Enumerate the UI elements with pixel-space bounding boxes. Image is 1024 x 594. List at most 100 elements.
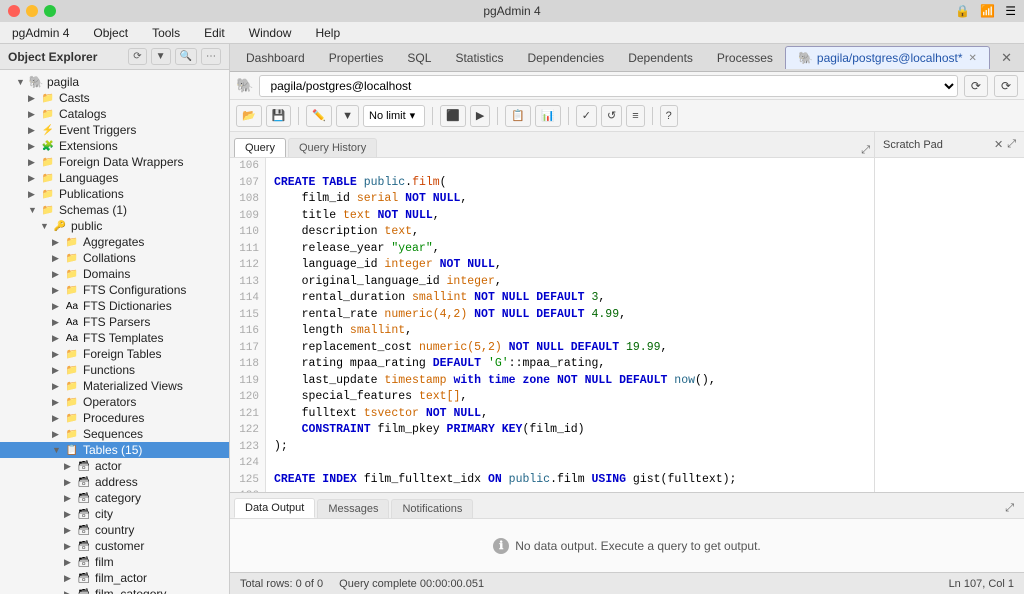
code-line-116: length smallint, [274,323,866,340]
expand-data-btn[interactable]: ⤢ [999,499,1020,518]
sidebar-item-casts[interactable]: ▶ 📁 Casts [0,90,229,106]
tab-dependents[interactable]: Dependents [616,47,705,69]
tab-data-output[interactable]: Data Output [234,498,315,518]
help-btn[interactable]: ? [660,105,678,127]
tab-dashboard[interactable]: Dashboard [234,47,317,69]
tab-query[interactable]: Query [234,138,286,157]
sidebar-item-label: Foreign Tables [83,347,162,361]
scratch-pad-expand-btn[interactable]: ⤢ [1007,138,1016,151]
sidebar-filter-btn[interactable]: ▼ [151,48,171,65]
sidebar-item-fdw[interactable]: ▶ 📁 Foreign Data Wrappers [0,154,229,170]
commit-btn[interactable]: ✓ [576,105,597,127]
sidebar-item-actor[interactable]: ▶ 🗃 actor [0,458,229,474]
maximize-button[interactable] [44,5,56,17]
tab-statistics[interactable]: Statistics [443,47,515,69]
tab-messages[interactable]: Messages [317,499,389,518]
explain-btn[interactable]: 📋 [505,105,531,127]
folder-icon: Aa [64,315,80,329]
code-line-124 [274,455,866,472]
expand-editor-btn[interactable]: ⤢ [861,144,870,157]
sidebar-item-fts-config[interactable]: ▶ 📁 FTS Configurations [0,282,229,298]
menu-help[interactable]: Help [311,24,344,42]
explain-analyze-btn[interactable]: 📊 [535,105,561,127]
sidebar-item-customer[interactable]: ▶ 🗃 customer [0,538,229,554]
separator [568,107,569,125]
sidebar-item-label: Aggregates [83,235,144,249]
sidebar-item-event-triggers[interactable]: ▶ ⚡ Event Triggers [0,122,229,138]
format-btn[interactable]: ≡ [626,105,644,127]
connection-settings-btn[interactable]: ⟳ [994,75,1018,97]
toggle-icon: ▶ [52,413,64,424]
sidebar-item-fts-templates[interactable]: ▶ Aa FTS Templates [0,330,229,346]
tab-processes[interactable]: Processes [705,47,785,69]
sidebar-item-public[interactable]: ▼ 🔑 public [0,218,229,234]
tab-close-icon[interactable]: ✕ [969,53,977,64]
sidebar-search-btn[interactable]: 🔍 [175,48,197,65]
minimize-button[interactable] [26,5,38,17]
menu-window[interactable]: Window [245,24,296,42]
close-tab-btn[interactable]: ✕ [993,46,1020,70]
sidebar-item-publications[interactable]: ▶ 📁 Publications [0,186,229,202]
sidebar-item-collations[interactable]: ▶ 📁 Collations [0,250,229,266]
menu-object[interactable]: Object [89,24,132,42]
sidebar-item-operators[interactable]: ▶ 📁 Operators [0,394,229,410]
tab-pg-connection[interactable]: 🐘 pagila/postgres@localhost* ✕ [785,46,990,69]
stop-btn[interactable]: ⬛ [440,105,466,127]
tab-properties[interactable]: Properties [317,47,396,69]
menubar: pgAdmin 4 Object Tools Edit Window Help [0,22,1024,44]
sidebar-item-label: city [95,507,113,521]
limit-dropdown[interactable]: No limit ▾ [363,105,425,127]
scratch-pad-body[interactable] [875,158,1024,492]
sidebar-item-schemas[interactable]: ▼ 📁 Schemas (1) [0,202,229,218]
sidebar-item-fts-parsers[interactable]: ▶ Aa FTS Parsers [0,314,229,330]
sidebar-item-aggregates[interactable]: ▶ 📁 Aggregates [0,234,229,250]
menu-tools[interactable]: Tools [148,24,184,42]
sidebar-item-extensions[interactable]: ▶ 🧩 Extensions [0,138,229,154]
sidebar-tree: ▼ 🐘 pagila ▶ 📁 Casts ▶ 📁 Catalogs ▶ ⚡ Ev… [0,70,229,594]
code-editor[interactable]: 106 107 108 109 110 111 112 113 114 115 … [230,158,874,492]
sidebar-item-category[interactable]: ▶ 🗃 category [0,490,229,506]
tab-sql[interactable]: SQL [395,47,443,69]
sidebar-item-foreign-tables[interactable]: ▶ 📁 Foreign Tables [0,346,229,362]
sidebar-item-label: film_actor [95,571,147,585]
scratch-pad: Scratch Pad ✕ ⤢ [874,132,1024,492]
rollback-btn[interactable]: ↺ [601,105,622,127]
tab-notifications[interactable]: Notifications [391,499,473,518]
sidebar-item-pagila[interactable]: ▼ 🐘 pagila [0,74,229,90]
menu-pgadmin[interactable]: pgAdmin 4 [8,24,73,42]
tab-query-history[interactable]: Query History [288,138,377,157]
sidebar-item-film-category[interactable]: ▶ 🗃 film_category [0,586,229,594]
sidebar-item-film[interactable]: ▶ 🗃 film [0,554,229,570]
sidebar-item-country[interactable]: ▶ 🗃 country [0,522,229,538]
run-btn[interactable]: ▶ [470,105,490,127]
sidebar-item-address[interactable]: ▶ 🗃 address [0,474,229,490]
sidebar-item-matviews[interactable]: ▶ 📁 Materialized Views [0,378,229,394]
sidebar-refresh-btn[interactable]: ⟳ [128,48,146,65]
separator [652,107,653,125]
close-button[interactable] [8,5,20,17]
connection-refresh-btn[interactable]: ⟳ [964,75,988,97]
sidebar-item-fts-dict[interactable]: ▶ Aa FTS Dictionaries [0,298,229,314]
save-file-btn[interactable]: 💾 [266,105,292,127]
menu-edit[interactable]: Edit [200,24,229,42]
sidebar-item-film-actor[interactable]: ▶ 🗃 film_actor [0,570,229,586]
sidebar-item-tables[interactable]: ▼ 📋 Tables (15) [0,442,229,458]
toggle-icon: ▶ [64,493,76,504]
tab-dependencies[interactable]: Dependencies [515,47,616,69]
sidebar-item-languages[interactable]: ▶ 📁 Languages [0,170,229,186]
sidebar-item-domains[interactable]: ▶ 📁 Domains [0,266,229,282]
open-file-btn[interactable]: 📂 [236,105,262,127]
sidebar-more-btn[interactable]: ⋯ [201,48,221,65]
scratch-pad-close-btn[interactable]: ✕ [994,138,1003,151]
sidebar-item-procedures[interactable]: ▶ 📁 Procedures [0,410,229,426]
sidebar-item-catalogs[interactable]: ▶ 📁 Catalogs [0,106,229,122]
sidebar-item-city[interactable]: ▶ 🗃 city [0,506,229,522]
sidebar-item-sequences[interactable]: ▶ 📁 Sequences [0,426,229,442]
filter-btn[interactable]: ▼ [336,105,359,127]
sidebar-item-label: address [95,475,138,489]
edit-btn[interactable]: ✏️ [306,105,332,127]
connection-select[interactable]: pagila/postgres@localhost [259,75,957,97]
folder-icon: 📁 [64,235,80,249]
sidebar-item-functions[interactable]: ▶ 📁 Functions [0,362,229,378]
sidebar-item-label: Casts [59,91,90,105]
